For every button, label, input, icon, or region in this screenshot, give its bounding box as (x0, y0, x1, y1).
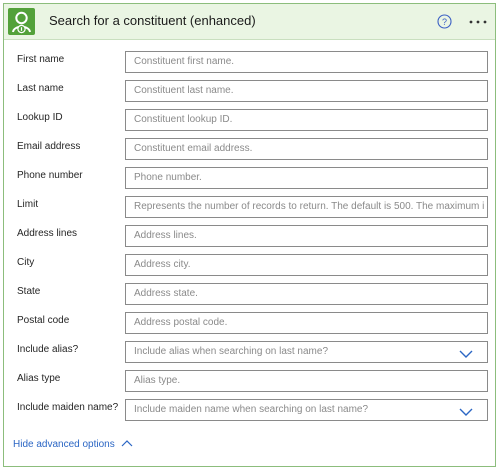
alias-type-label: Alias type (17, 373, 61, 384)
card-header[interactable]: Search for a constituent (enhanced) ? (4, 4, 495, 40)
card-title: Search for a constituent (enhanced) (49, 13, 256, 28)
phone-number-label: Phone number (17, 170, 83, 181)
help-circle-icon[interactable]: ? (437, 14, 452, 29)
limit-label: Limit (17, 199, 39, 210)
last-name-placeholder: Constituent last name. (134, 85, 234, 96)
email-address-label: Email address (17, 141, 81, 152)
phone-number-input[interactable]: Phone number. (125, 167, 488, 189)
include-maiden-name-dropdown[interactable]: Include maiden name when searching on la… (125, 399, 488, 421)
city-placeholder: Address city. (134, 259, 191, 270)
chevron-down-icon[interactable] (459, 347, 473, 358)
chevron-up-icon (121, 439, 133, 450)
email-address-input[interactable]: Constituent email address. (125, 138, 488, 160)
city-input[interactable]: Address city. (125, 254, 488, 276)
address-lines-input[interactable]: Address lines. (125, 225, 488, 247)
action-card: Search for a constituent (enhanced) ? Fi… (3, 3, 496, 467)
include-alias-dropdown[interactable]: Include alias when searching on last nam… (125, 341, 488, 363)
city-label: City (17, 257, 35, 268)
hide-advanced-options-link[interactable]: Hide advanced options (13, 439, 133, 450)
include-alias-placeholder: Include alias when searching on last nam… (134, 346, 329, 357)
address-lines-placeholder: Address lines. (134, 230, 197, 241)
postal-code-label: Postal code (17, 315, 70, 326)
lookup-id-input[interactable]: Constituent lookup ID. (125, 109, 488, 131)
include-alias-label: Include alias? (17, 344, 79, 355)
limit-placeholder: Represents the number of records to retu… (134, 201, 485, 212)
address-lines-label: Address lines (17, 228, 78, 239)
state-placeholder: Address state. (134, 288, 198, 299)
more-ellipsis-icon[interactable] (468, 14, 488, 30)
last-name-input[interactable]: Constituent last name. (125, 80, 488, 102)
first-name-placeholder: Constituent first name. (134, 56, 235, 67)
last-name-label: Last name (17, 83, 64, 94)
hide-advanced-options-label: Hide advanced options (13, 439, 115, 451)
postal-code-input[interactable]: Address postal code. (125, 312, 488, 334)
state-label: State (17, 286, 41, 297)
include-maiden-name-placeholder: Include maiden name when searching on la… (134, 404, 369, 415)
lookup-id-placeholder: Constituent lookup ID. (134, 114, 233, 125)
constituent-person-icon (8, 8, 35, 35)
alias-type-placeholder: Alias type. (134, 375, 181, 386)
email-address-placeholder: Constituent email address. (134, 143, 253, 154)
svg-text:?: ? (442, 17, 447, 27)
lookup-id-label: Lookup ID (17, 112, 63, 123)
alias-type-input[interactable]: Alias type. (125, 370, 488, 392)
state-input[interactable]: Address state. (125, 283, 488, 305)
phone-number-placeholder: Phone number. (134, 172, 202, 183)
first-name-label: First name (17, 54, 65, 65)
include-maiden-name-label: Include maiden name? (17, 402, 119, 413)
chevron-down-icon[interactable] (459, 405, 473, 416)
first-name-input[interactable]: Constituent first name. (125, 51, 488, 73)
postal-code-placeholder: Address postal code. (134, 317, 228, 328)
limit-input[interactable]: Represents the number of records to retu… (125, 196, 488, 218)
